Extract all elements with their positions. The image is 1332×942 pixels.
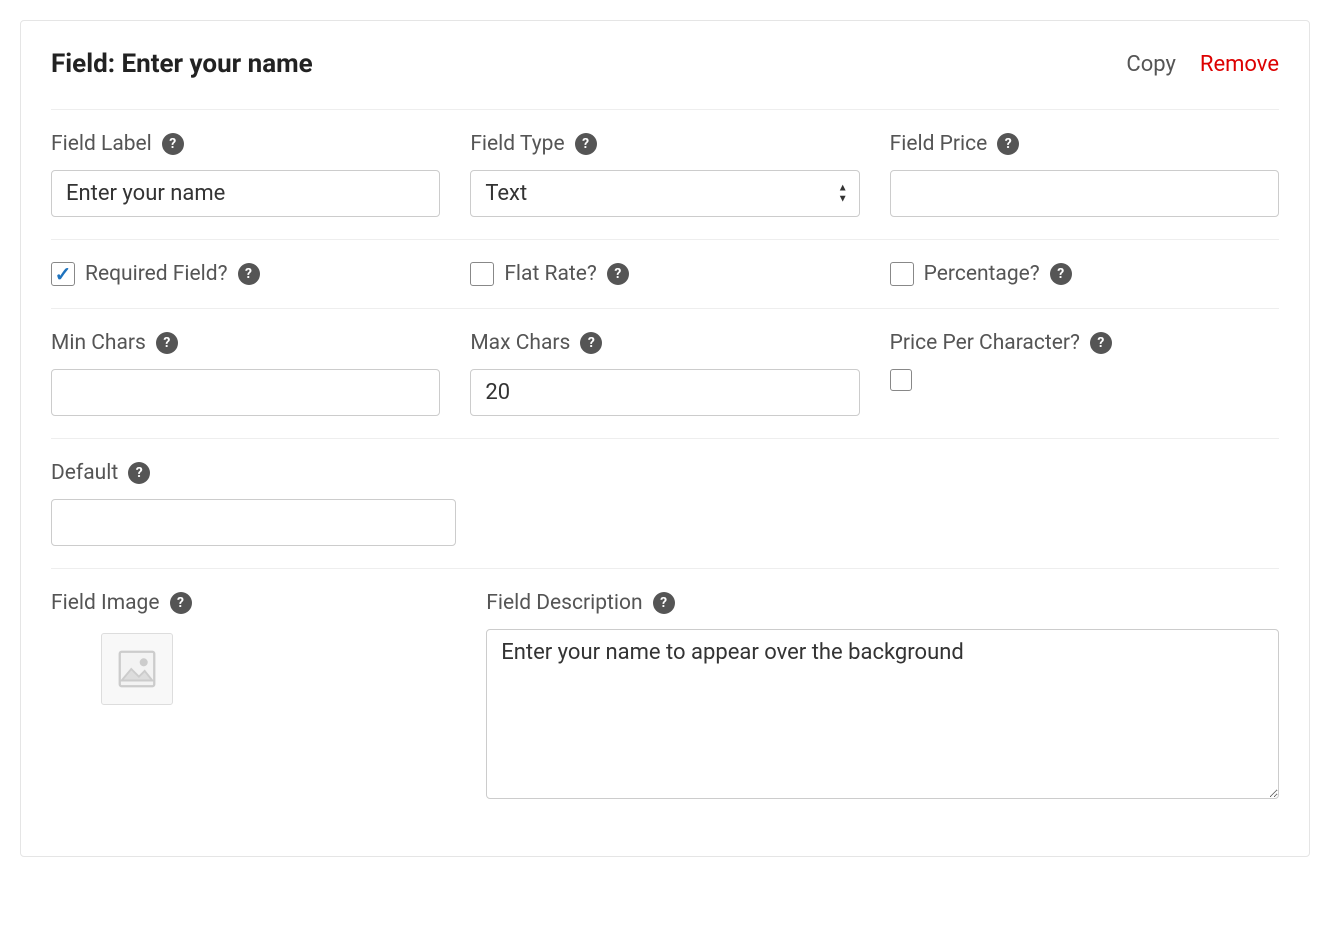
price-per-char-label: Price Per Character? ? [890, 331, 1279, 355]
field-price-text: Field Price [890, 132, 988, 156]
flat-rate-checkbox[interactable] [470, 262, 494, 286]
row-field-basic: Field Label ? Field Type ? Text ▲▼ Field… [51, 109, 1279, 239]
field-type-text: Field Type [470, 132, 564, 156]
panel-actions: Copy Remove [1126, 52, 1279, 77]
panel-header: Field: Enter your name Copy Remove [51, 49, 1279, 109]
default-input[interactable] [51, 499, 456, 546]
default-label: Default ? [51, 461, 456, 485]
row-image-description: Field Image ? Field Description ? [51, 568, 1279, 826]
field-type-select[interactable]: Text [470, 170, 859, 217]
required-group: Required Field? ? [51, 262, 440, 286]
help-icon[interactable]: ? [653, 592, 675, 614]
flat-rate-group: Flat Rate? ? [470, 262, 859, 286]
row-checkboxes: Required Field? ? Flat Rate? ? Percentag… [51, 239, 1279, 308]
help-icon[interactable]: ? [238, 263, 260, 285]
remove-button[interactable]: Remove [1200, 52, 1279, 77]
help-icon[interactable]: ? [997, 133, 1019, 155]
help-icon[interactable]: ? [575, 133, 597, 155]
field-config-panel: Field: Enter your name Copy Remove Field… [20, 20, 1310, 857]
price-per-char-text: Price Per Character? [890, 331, 1080, 355]
field-label-text: Field Label [51, 132, 152, 156]
field-description-label: Field Description ? [486, 591, 1279, 615]
help-icon[interactable]: ? [170, 592, 192, 614]
max-chars-input[interactable] [470, 369, 859, 416]
default-group: Default ? [51, 461, 456, 546]
field-image-text: Field Image [51, 591, 160, 615]
field-image-group: Field Image ? [51, 591, 456, 804]
max-chars-group: Max Chars ? [470, 331, 859, 416]
flat-rate-row: Flat Rate? ? [470, 262, 859, 286]
field-label-input[interactable] [51, 170, 440, 217]
required-checkbox[interactable] [51, 262, 75, 286]
row-chars: Min Chars ? Max Chars ? Price Per Charac… [51, 308, 1279, 438]
min-chars-group: Min Chars ? [51, 331, 440, 416]
price-per-char-group: Price Per Character? ? [890, 331, 1279, 416]
help-icon[interactable]: ? [580, 332, 602, 354]
price-per-char-checkbox[interactable] [890, 369, 912, 391]
min-chars-input[interactable] [51, 369, 440, 416]
field-description-text: Field Description [486, 591, 642, 615]
copy-button[interactable]: Copy [1126, 52, 1176, 77]
default-text: Default [51, 461, 118, 485]
help-icon[interactable]: ? [607, 263, 629, 285]
field-price-label: Field Price ? [890, 132, 1279, 156]
panel-title: Field: Enter your name [51, 49, 313, 79]
field-label-group: Field Label ? [51, 132, 440, 217]
image-icon [114, 646, 160, 692]
help-icon[interactable]: ? [1090, 332, 1112, 354]
required-label: Required Field? [85, 262, 228, 286]
flat-rate-label: Flat Rate? [504, 262, 597, 286]
field-price-group: Field Price ? [890, 132, 1279, 217]
title-prefix: Field: [51, 49, 122, 79]
min-chars-label: Min Chars ? [51, 331, 440, 355]
row-default: Default ? [51, 438, 1279, 568]
field-type-label: Field Type ? [470, 132, 859, 156]
title-value: Enter your name [122, 49, 313, 79]
field-price-input[interactable] [890, 170, 1279, 217]
help-icon[interactable]: ? [162, 133, 184, 155]
percentage-row: Percentage? ? [890, 262, 1279, 286]
field-description-group: Field Description ? [486, 591, 1279, 804]
help-icon[interactable]: ? [156, 332, 178, 354]
max-chars-text: Max Chars [470, 331, 570, 355]
field-type-group: Field Type ? Text ▲▼ [470, 132, 859, 217]
field-image-label: Field Image ? [51, 591, 456, 615]
help-icon[interactable]: ? [1050, 263, 1072, 285]
required-row: Required Field? ? [51, 262, 440, 286]
min-chars-text: Min Chars [51, 331, 146, 355]
field-type-select-wrap: Text ▲▼ [470, 170, 859, 217]
percentage-label: Percentage? [924, 262, 1040, 286]
field-label-label: Field Label ? [51, 132, 440, 156]
image-placeholder[interactable] [101, 633, 173, 705]
percentage-group: Percentage? ? [890, 262, 1279, 286]
help-icon[interactable]: ? [128, 462, 150, 484]
field-description-textarea[interactable] [486, 629, 1279, 799]
percentage-checkbox[interactable] [890, 262, 914, 286]
max-chars-label: Max Chars ? [470, 331, 859, 355]
